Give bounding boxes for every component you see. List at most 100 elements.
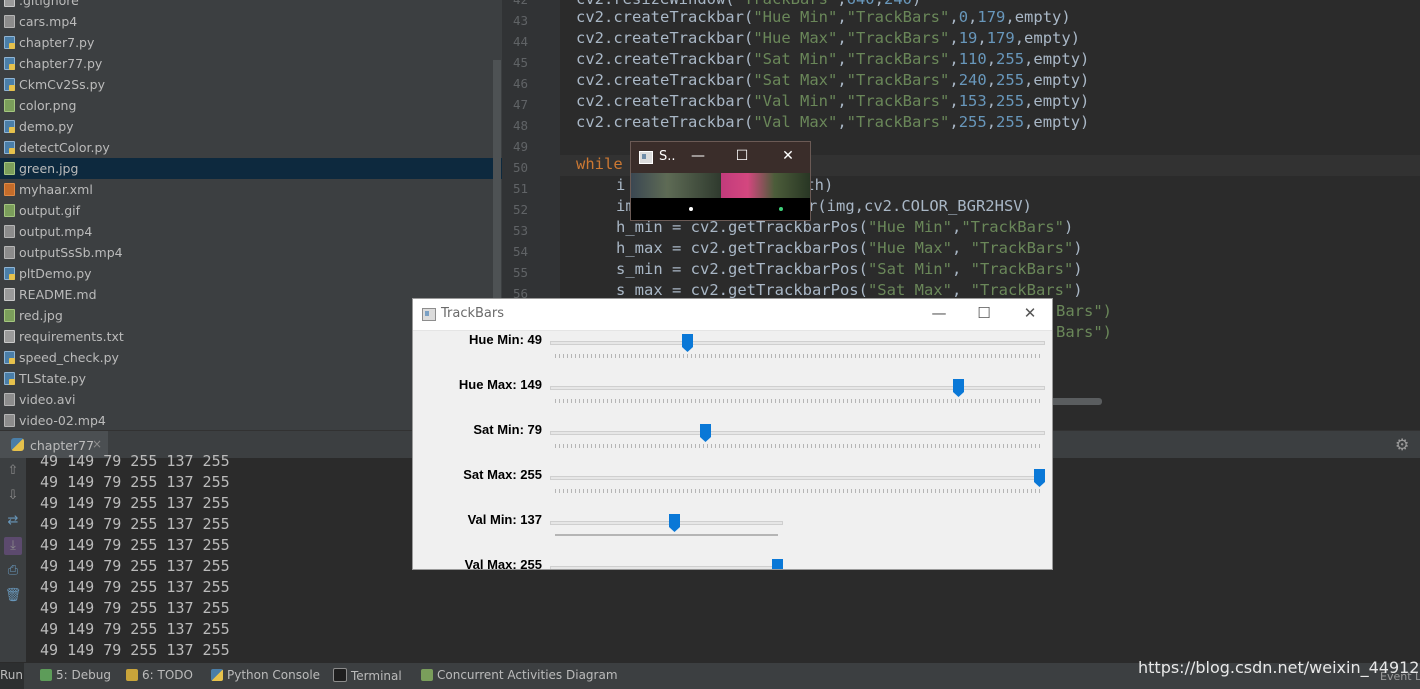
diagram-icon xyxy=(421,669,433,681)
trackbars-titlebar[interactable]: TrackBars — ☐ ✕ xyxy=(413,299,1052,331)
file-item[interactable]: color.png xyxy=(0,95,502,116)
file-item[interactable]: detectColor.py xyxy=(0,137,502,158)
file-item[interactable]: cars.mp4 xyxy=(0,11,502,32)
python-file-icon xyxy=(4,267,15,280)
code-line-58-tail: Bars") xyxy=(1056,323,1112,341)
window-icon xyxy=(639,151,653,164)
trackbar-thumb[interactable] xyxy=(682,334,693,352)
maximize-icon[interactable]: ☐ xyxy=(732,148,752,164)
trackbar-track[interactable] xyxy=(550,566,783,569)
arrow-down-icon[interactable]: ⇩ xyxy=(4,487,22,505)
file-name: speed_check.py xyxy=(19,350,119,365)
watermark-url: https://blog.csdn.net/weixin_44912902 xyxy=(1138,658,1420,677)
trackbar-thumb[interactable] xyxy=(772,559,783,569)
file-name: red.jpg xyxy=(19,308,63,323)
python-file-icon xyxy=(4,78,15,91)
code-line-54: h_max = cv2.getTrackbarPos("Hue Max", "T… xyxy=(616,239,1083,257)
python-console-tool-button[interactable]: Python Console xyxy=(211,668,320,682)
console-line: 49 149 79 255 137 255 xyxy=(40,452,230,470)
file-item[interactable]: pltDemo.py xyxy=(0,263,502,284)
mask-blob xyxy=(689,207,693,211)
image-window: S.. — ☐ ✕ xyxy=(630,141,811,221)
media-file-icon xyxy=(4,225,15,238)
python-file-icon xyxy=(11,438,24,451)
file-name: detectColor.py xyxy=(19,140,110,155)
console-line: 49 149 79 255 137 255 xyxy=(40,494,230,512)
run-tool-button[interactable]: Run xyxy=(0,668,23,682)
code-line-57-tail: Bars") xyxy=(1056,302,1112,320)
console-line: 49 149 79 255 137 255 xyxy=(40,620,230,638)
trackbar-track[interactable] xyxy=(550,476,1045,480)
file-name: outputSsSb.mp4 xyxy=(19,245,123,260)
line-number: 52 xyxy=(512,202,528,217)
code-line-55: s_min = cv2.getTrackbarPos("Sat Min", "T… xyxy=(616,260,1083,278)
trackbar-ticks xyxy=(555,354,1040,358)
image-file-icon xyxy=(4,309,15,322)
close-icon[interactable]: ✕ xyxy=(778,148,798,164)
file-name: video-02.mp4 xyxy=(19,413,106,428)
while-keyword: while xyxy=(576,155,623,173)
file-item[interactable]: CkmCv2Ss.py xyxy=(0,74,502,95)
trackbar-thumb[interactable] xyxy=(1034,469,1045,487)
maximize-icon[interactable]: ☐ xyxy=(972,304,996,322)
minimize-icon[interactable]: — xyxy=(688,148,708,164)
image-file-icon xyxy=(4,204,15,217)
line-number: 54 xyxy=(512,244,528,259)
trackbar-label: Hue Min: 49 xyxy=(469,332,542,347)
python-icon xyxy=(211,669,223,681)
trackbar-thumb[interactable] xyxy=(700,424,711,442)
concurrent-diagram-tool-button[interactable]: Concurrent Activities Diagram xyxy=(421,668,618,682)
file-item[interactable]: outputSsSb.mp4 xyxy=(0,242,502,263)
scroll-to-end-icon[interactable]: ⤓ xyxy=(4,537,22,555)
terminal-tool-button[interactable]: Terminal xyxy=(333,668,402,683)
python-file-icon xyxy=(4,36,15,49)
arrow-up-icon[interactable]: ⇧ xyxy=(4,462,22,480)
stacked-image-original xyxy=(631,173,721,198)
trash-icon[interactable]: 🗑 xyxy=(4,587,22,605)
trackbar-track[interactable] xyxy=(550,431,1045,435)
trackbar-track[interactable] xyxy=(550,386,1045,390)
trackbar-label: Sat Min: 79 xyxy=(473,422,542,437)
line-number: 44 xyxy=(512,34,528,49)
trackbar-track[interactable] xyxy=(550,341,1045,345)
file-item[interactable]: green.jpg xyxy=(0,158,502,179)
run-toolbar: ⇧ ⇩ ⇄ ⤓ ⎙ 🗑 xyxy=(0,458,26,662)
trackbar-label: Val Min: 137 xyxy=(467,512,542,527)
file-name: chapter77.py xyxy=(19,56,103,71)
print-icon[interactable]: ⎙ xyxy=(4,562,22,580)
file-name: pltDemo.py xyxy=(19,266,92,281)
close-icon[interactable]: ✕ xyxy=(1018,304,1042,322)
minimize-icon[interactable]: — xyxy=(927,304,951,322)
file-name: cars.mp4 xyxy=(19,14,78,29)
terminal-icon xyxy=(333,668,347,682)
file-item[interactable]: chapter77.py xyxy=(0,53,502,74)
file-item[interactable]: output.gif xyxy=(0,200,502,221)
trackbar-track[interactable] xyxy=(550,521,783,525)
console-line: 49 149 79 255 137 255 xyxy=(40,557,230,575)
file-name: requirements.txt xyxy=(19,329,124,344)
todo-tool-button[interactable]: 6: TODO xyxy=(126,668,193,682)
trackbar-label: Sat Max: 255 xyxy=(463,467,542,482)
trackbar-thumb[interactable] xyxy=(953,379,964,397)
close-icon[interactable]: × xyxy=(92,437,102,451)
trackbar-thumb[interactable] xyxy=(669,514,680,532)
debug-tool-button[interactable]: 5: Debug xyxy=(40,668,111,682)
soft-wrap-icon[interactable]: ⇄ xyxy=(4,512,22,530)
line-number: 53 xyxy=(512,223,528,238)
image-window-titlebar[interactable]: S.. — ☐ ✕ xyxy=(631,142,810,173)
todo-icon xyxy=(126,669,138,681)
line-number: 49 xyxy=(512,139,528,154)
file-item[interactable]: demo.py xyxy=(0,116,502,137)
python-file-icon xyxy=(4,351,15,364)
gear-icon[interactable]: ⚙ xyxy=(1395,435,1409,454)
file-name: video.avi xyxy=(19,392,76,407)
trackbar-label: Hue Max: 149 xyxy=(458,377,542,392)
console-line: 49 149 79 255 137 255 xyxy=(40,578,230,596)
file-item[interactable]: output.mp4 xyxy=(0,221,502,242)
python-file-icon xyxy=(4,120,15,133)
file-name: green.jpg xyxy=(19,161,79,176)
file-item[interactable]: myhaar.xml xyxy=(0,179,502,200)
stacked-image-mask xyxy=(631,198,810,220)
file-item[interactable]: chapter7.py xyxy=(0,32,502,53)
file-item[interactable]: .gitignore xyxy=(0,0,502,11)
